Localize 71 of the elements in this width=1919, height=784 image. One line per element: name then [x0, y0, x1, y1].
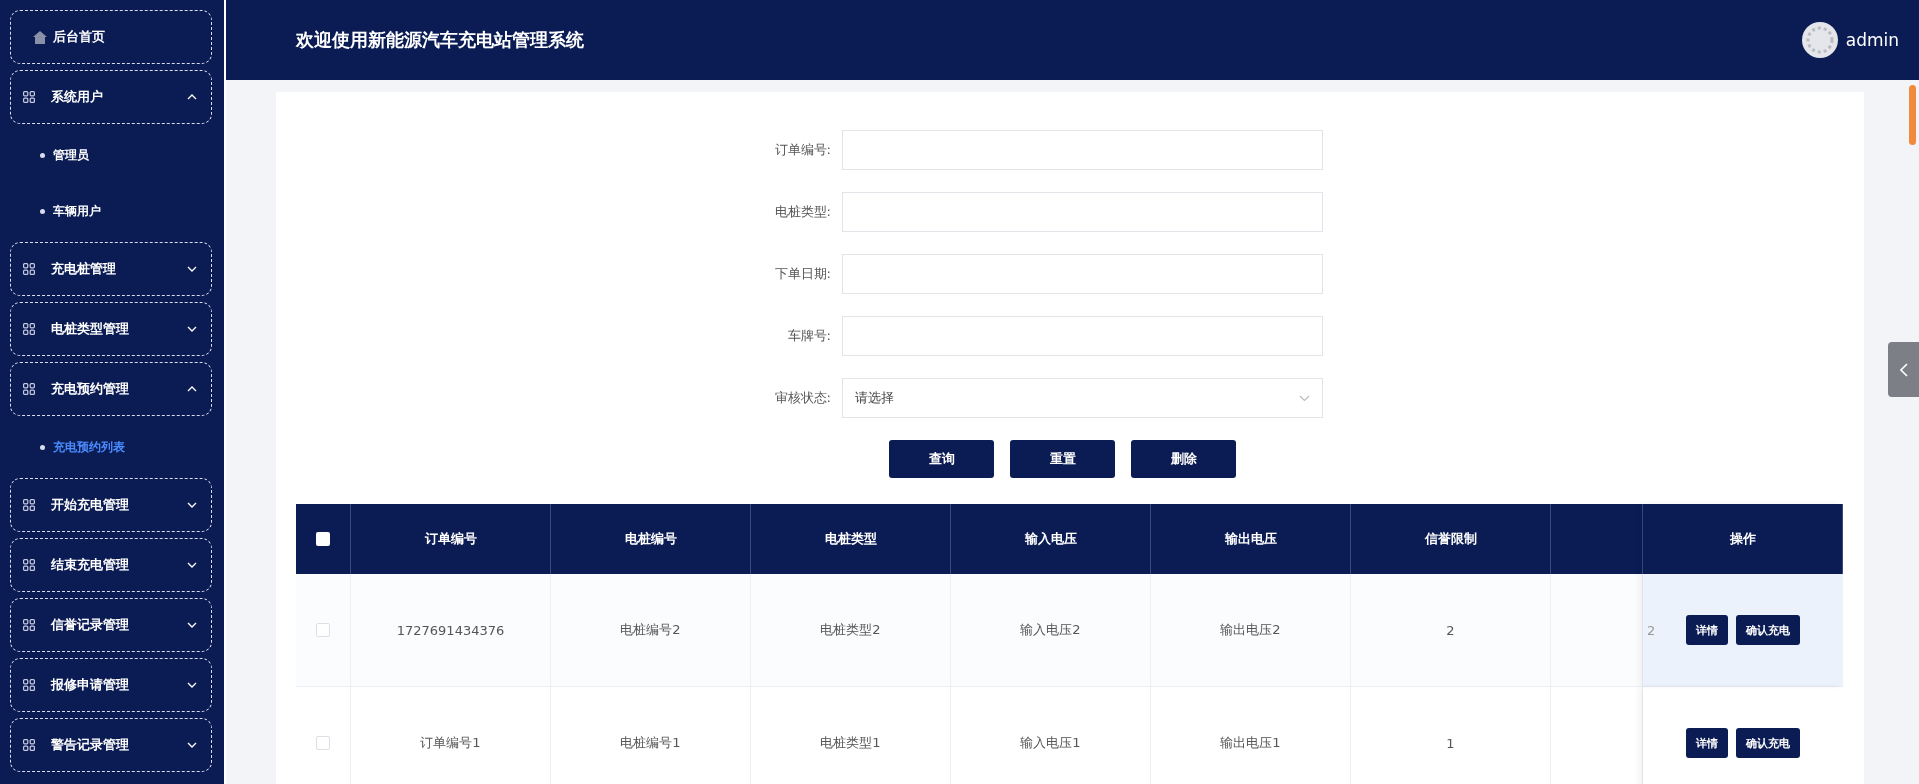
table-cell: 输入电压2 [1020, 621, 1081, 639]
avatar-icon[interactable] [1801, 22, 1838, 58]
table-cell: 电桩编号1 [620, 734, 681, 752]
page-title: 欢迎使用新能源汽车充电站管理系统 [296, 28, 585, 52]
field-label: 下单日期: [773, 265, 831, 283]
submenu-item[interactable]: 充电预约列表 [10, 422, 212, 472]
row-checkbox[interactable] [316, 736, 330, 750]
input-field[interactable] [842, 254, 1323, 294]
menu-item[interactable]: 充电桩管理 [10, 242, 212, 296]
menu-item[interactable]: 系统用户 [10, 70, 212, 124]
row-checkbox[interactable] [316, 623, 330, 637]
column-header[interactable]: 信誉限制 [1424, 530, 1477, 548]
table-cell: 输入电压1 [1020, 734, 1081, 752]
table-row[interactable]: 1727691434376 电桩编号2 电桩类型2 输入电压2 输出电压2 2 2 详情 确认充电 [296, 574, 1843, 687]
menu-item[interactable]: 结束充电管理 [10, 538, 212, 592]
column-header: 操作 [1729, 530, 1756, 548]
grid-icon [23, 383, 35, 395]
input-field[interactable] [842, 192, 1323, 232]
table-cell: 电桩类型1 [820, 734, 881, 752]
column-header[interactable]: 输出电压 [1224, 530, 1277, 548]
menu-item[interactable]: 报修申请管理 [10, 658, 212, 712]
field-label: 订单编号: [773, 141, 831, 159]
table-cell: 2 [1647, 622, 1656, 638]
collapse-tab[interactable] [1888, 342, 1919, 397]
chevron-left-icon [1899, 362, 1908, 377]
confirm-charge-button[interactable]: 确认充电 [1736, 615, 1800, 645]
reset-button[interactable]: 重置 [1010, 440, 1115, 478]
table-cell: 1 [1446, 735, 1455, 751]
table-cell: 电桩编号2 [620, 621, 681, 639]
column-header[interactable]: 订单编号 [424, 530, 477, 548]
table-cell: 电桩类型2 [820, 621, 881, 639]
select-all-checkbox[interactable] [316, 532, 330, 546]
column-header[interactable]: 电桩编号 [624, 530, 677, 548]
grid-icon [23, 739, 35, 751]
menu-item[interactable]: 充电预约管理 [10, 362, 212, 416]
grid-icon [23, 679, 35, 691]
table-cell: 输出电压1 [1220, 734, 1281, 752]
details-button[interactable]: 详情 [1686, 728, 1728, 758]
menu-item[interactable]: 警告记录管理 [10, 718, 212, 772]
column-header[interactable]: 电桩类型 [824, 530, 877, 548]
menu-item[interactable]: 后台首页 [10, 10, 212, 64]
grid-icon [23, 323, 35, 335]
submenu-item[interactable]: 车辆用户 [10, 186, 212, 236]
table-cell: 订单编号1 [420, 734, 481, 752]
table-cell: 1727691434376 [396, 622, 505, 638]
column-header[interactable]: 输入电压 [1024, 530, 1077, 548]
table-cell: 输出电压2 [1220, 621, 1281, 639]
grid-icon [23, 499, 35, 511]
field-label: 审核状态: [773, 389, 831, 407]
select-field[interactable]: 请选择 [842, 378, 1323, 418]
input-field[interactable] [842, 130, 1323, 170]
menu-item[interactable]: 信誉记录管理 [10, 598, 212, 652]
user-name[interactable]: admin [1845, 30, 1899, 50]
grid-icon [23, 559, 35, 571]
confirm-charge-button[interactable]: 确认充电 [1736, 728, 1800, 758]
menu-item[interactable]: 电桩类型管理 [10, 302, 212, 356]
details-button[interactable]: 详情 [1686, 615, 1728, 645]
field-label: 车牌号: [786, 327, 831, 345]
menu-item[interactable]: 开始充电管理 [10, 478, 212, 532]
grid-icon [23, 619, 35, 631]
search-button[interactable]: 查询 [889, 440, 994, 478]
delete-button[interactable]: 删除 [1131, 440, 1236, 478]
field-label: 电桩类型: [773, 203, 831, 221]
grid-icon [23, 91, 35, 103]
submenu-item[interactable]: 管理员 [10, 130, 212, 180]
table-cell: 2 [1446, 622, 1455, 638]
scrollbar-thumb[interactable] [1909, 85, 1916, 145]
input-field[interactable] [842, 316, 1323, 356]
home-icon [33, 30, 47, 44]
grid-icon [23, 263, 35, 275]
chevron-down-icon [1299, 394, 1310, 402]
